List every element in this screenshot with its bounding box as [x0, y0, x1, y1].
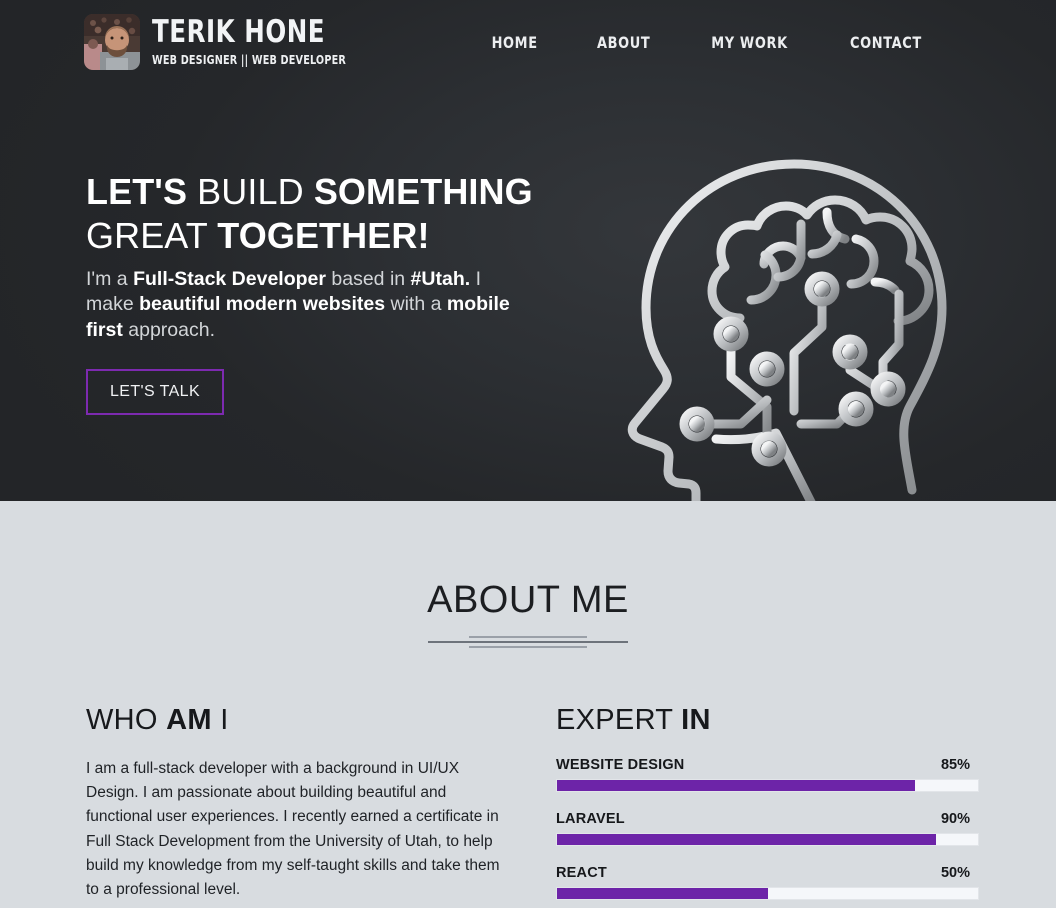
- divider-line-bottom: [469, 646, 587, 648]
- nav-item-about[interactable]: ABOUT: [597, 33, 650, 52]
- skill-item: REACT 50%: [556, 865, 979, 900]
- who-paragraph: I am a full-stack developer with a backg…: [86, 760, 500, 898]
- skill-percent: 50%: [940, 865, 970, 881]
- brand-tagline: WEB DESIGNER || WEB DEVELOPER: [152, 51, 346, 67]
- who-am-i-body: I am a full-stack developer with a backg…: [86, 757, 500, 908]
- skill-percent: 90%: [940, 811, 970, 827]
- hero-section: TERIK HONE WEB DESIGNER || WEB DEVELOPER…: [0, 0, 1056, 501]
- lets-talk-button[interactable]: LET'S TALK: [86, 368, 225, 415]
- page-title: ABOUT ME: [427, 579, 629, 621]
- main-nav: HOME ABOUT MY WORK CONTACT: [489, 33, 927, 52]
- skill-progress-track: [556, 833, 979, 846]
- skill-label: LARAVEL: [556, 811, 625, 827]
- skill-label: WEBSITE DESIGN: [556, 757, 685, 773]
- expert-in-title: EXPERT IN: [556, 704, 711, 736]
- title-divider: [428, 636, 628, 648]
- hero-title: LET'S BUILD SOMETHING GREAT TOGETHER!: [86, 171, 533, 256]
- skill-item: WEBSITE DESIGN 85%: [556, 757, 979, 792]
- skill-progress-fill: [557, 780, 915, 791]
- hero-content: LET'S BUILD SOMETHING GREAT TOGETHER! I'…: [0, 170, 560, 415]
- skill-item: LARAVEL 90%: [556, 811, 979, 846]
- brain-head-circuit-icon: [627, 159, 947, 501]
- divider-line-middle: [428, 641, 628, 643]
- skill-label: REACT: [556, 865, 607, 881]
- divider-line-top: [469, 636, 587, 638]
- skill-progress-fill: [557, 834, 936, 845]
- nav-item-contact[interactable]: CONTACT: [850, 33, 922, 52]
- who-am-i-title: WHO AM I: [86, 704, 229, 736]
- skills-list: WEBSITE DESIGN 85% LARAVEL 90% REACT 50%: [556, 757, 979, 908]
- nav-item-home[interactable]: HOME: [491, 33, 537, 52]
- expert-in-column: EXPERT IN WEBSITE DESIGN 85% LARAVEL 90%: [556, 704, 979, 908]
- about-columns: WHO AM I I am a full-stack developer wit…: [0, 648, 1056, 908]
- about-section: ABOUT ME WHO AM I I am a full-stack deve…: [0, 501, 1056, 908]
- brand-name: TERIK HONE: [152, 14, 326, 51]
- avatar: [84, 14, 140, 70]
- skill-progress-track: [556, 779, 979, 792]
- brand[interactable]: TERIK HONE WEB DESIGNER || WEB DEVELOPER: [84, 14, 378, 70]
- skill-progress-track: [556, 887, 979, 900]
- who-am-i-column: WHO AM I I am a full-stack developer wit…: [86, 704, 500, 908]
- skill-percent: 85%: [940, 757, 970, 773]
- skill-progress-fill: [557, 888, 768, 899]
- site-header: TERIK HONE WEB DESIGNER || WEB DEVELOPER…: [0, 0, 1056, 72]
- hero-subtitle: I'm a Full-Stack Developer based in #Uta…: [86, 267, 510, 341]
- nav-item-my-work[interactable]: MY WORK: [711, 33, 788, 52]
- about-heading-group: ABOUT ME: [0, 579, 1056, 648]
